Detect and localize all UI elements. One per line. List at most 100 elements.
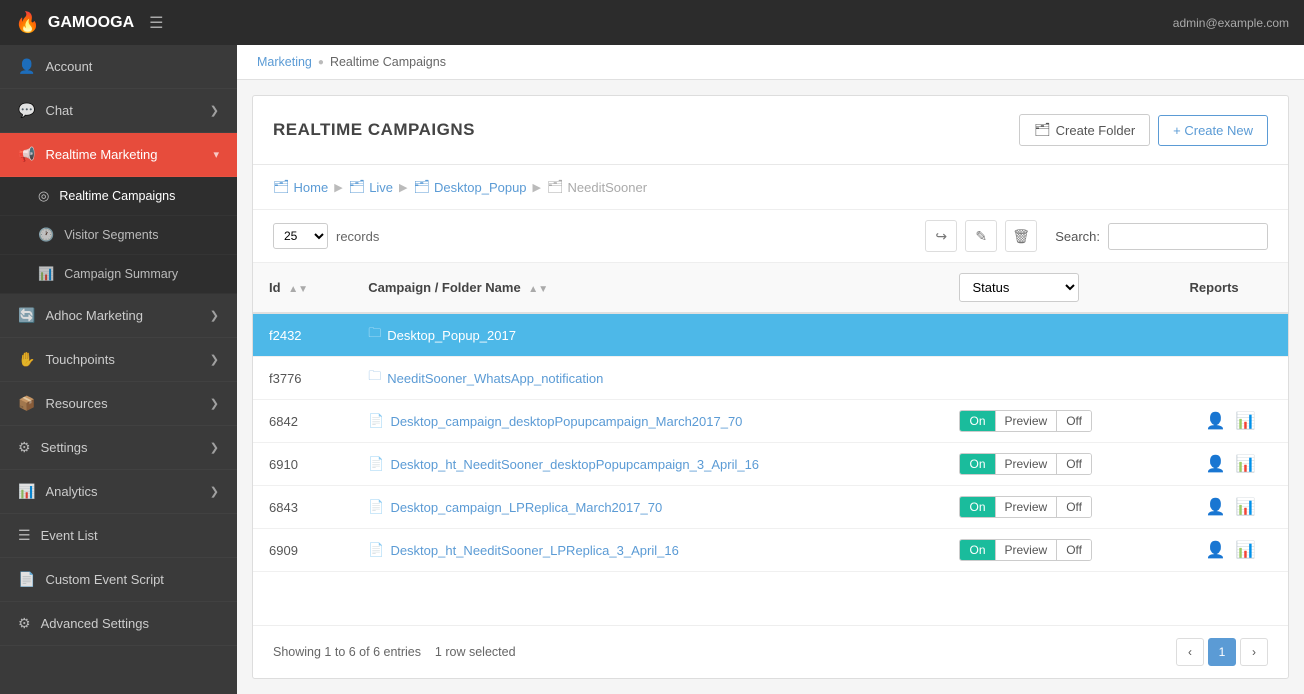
sidebar-item-campaign-summary[interactable]: 📊 Campaign Summary [0, 255, 237, 294]
sidebar-item-settings[interactable]: ⚙ Settings ❯ [0, 426, 237, 470]
create-new-button[interactable]: + Create New [1158, 115, 1268, 146]
cell-id: 6842 [253, 400, 352, 443]
bar-chart-icon: 📊 [38, 266, 54, 282]
status-off-button[interactable]: Off [1057, 497, 1091, 517]
table-row[interactable]: 6909 📄 Desktop_ht_NeeditSooner_LPReplica… [253, 529, 1288, 572]
folder-icon: 🗂 [1034, 122, 1051, 138]
next-page-button[interactable]: › [1240, 638, 1268, 666]
delete-button[interactable]: 🗑 [1005, 220, 1037, 252]
megaphone-icon: 📢 [18, 146, 35, 163]
campaign-name-link[interactable]: 📄 Desktop_campaign_desktopPopupcampaign_… [368, 413, 927, 429]
top-nav: 🔥 GAMOOGA ☰ admin@example.com [0, 0, 1304, 45]
sidebar-item-analytics[interactable]: 📊 Analytics ❯ [0, 470, 237, 514]
campaign-name-link[interactable]: 🗀 NeeditSooner_WhatsApp_notification [368, 367, 927, 389]
sidebar-item-advanced-settings[interactable]: ⚙ Advanced Settings [0, 602, 237, 646]
page-1-button[interactable]: 1 [1208, 638, 1236, 666]
realtime-sub-menu: ◎ Realtime Campaigns 🕐 Visitor Segments … [0, 177, 237, 294]
table-header: Id ▲▼ Campaign / Folder Name ▲▼ Status [253, 263, 1288, 313]
status-on-button[interactable]: On [960, 540, 995, 560]
folder-arrow-3: ▶ [533, 181, 541, 194]
user-report-icon[interactable]: 👤 [1206, 540, 1226, 560]
status-off-button[interactable]: Off [1057, 454, 1091, 474]
sidebar-item-custom-event-script[interactable]: 📄 Custom Event Script [0, 558, 237, 602]
status-on-button[interactable]: On [960, 497, 995, 517]
campaign-name-link[interactable]: 📄 Desktop_ht_NeeditSooner_LPReplica_3_Ap… [368, 542, 927, 558]
status-preview-button[interactable]: Preview [996, 411, 1058, 431]
doc-icon: 📄 [18, 571, 35, 588]
search-input[interactable] [1108, 223, 1268, 250]
sidebar-item-realtime-marketing[interactable]: 📢 Realtime Marketing ▾ [0, 133, 237, 177]
user-email: admin@example.com [1173, 16, 1289, 30]
sidebar-item-adhoc-marketing[interactable]: 🔄 Adhoc Marketing ❯ [0, 294, 237, 338]
sidebar-item-label: Custom Event Script [45, 572, 164, 587]
status-on-button[interactable]: On [960, 411, 995, 431]
status-preview-button[interactable]: Preview [996, 497, 1058, 517]
col-name[interactable]: Campaign / Folder Name ▲▼ [352, 263, 943, 313]
chevron-right-icon: ❯ [210, 485, 219, 498]
folder-nav-needitsooner: 🗂 NeeditSooner [547, 179, 647, 195]
folder-nav-live[interactable]: 🗂 Live [349, 179, 393, 195]
cell-id: f3776 [253, 357, 352, 400]
sidebar-item-label: Chat [45, 103, 72, 118]
edit-icon: ✎ [975, 228, 987, 245]
table-row[interactable]: 6842 📄 Desktop_campaign_desktopPopupcamp… [253, 400, 1288, 443]
user-report-icon[interactable]: 👤 [1206, 454, 1226, 474]
logo: 🔥 GAMOOGA [15, 10, 134, 35]
cell-status: On Preview Off [943, 443, 1173, 486]
prev-page-button[interactable]: ‹ [1176, 638, 1204, 666]
col-id[interactable]: Id ▲▼ [253, 263, 352, 313]
sort-arrows-name: ▲▼ [528, 284, 548, 295]
file-icon: 📄 [368, 413, 384, 429]
records-per-page-select[interactable]: 10 25 50 100 [273, 223, 328, 249]
edit-button[interactable]: ✎ [965, 220, 997, 252]
search-label: Search: [1055, 229, 1100, 244]
folder-nav-label: Desktop_Popup [434, 180, 527, 195]
status-preview-button[interactable]: Preview [996, 454, 1058, 474]
breadcrumb-marketing[interactable]: Marketing [257, 55, 312, 69]
selected-text: 1 row selected [435, 645, 516, 659]
cell-reports: 👤 📊 [1174, 486, 1288, 529]
cell-status: On Preview Off [943, 400, 1173, 443]
folder-nav-desktop-popup[interactable]: 🗂 Desktop_Popup [414, 179, 527, 195]
folder-nav-home[interactable]: 🗂 Home [273, 179, 328, 195]
col-status: Status On Off Preview [943, 263, 1173, 313]
sidebar-item-event-list[interactable]: ☰ Event List [0, 514, 237, 558]
sidebar-item-realtime-campaigns[interactable]: ◎ Realtime Campaigns [0, 177, 237, 216]
sidebar-item-label: Account [45, 59, 92, 74]
bar-report-icon[interactable]: 📊 [1236, 411, 1256, 431]
status-preview-button[interactable]: Preview [996, 540, 1058, 560]
table-footer: Showing 1 to 6 of 6 entries 1 row select… [253, 625, 1288, 678]
table-row[interactable]: f3776 🗀 NeeditSooner_WhatsApp_notificati… [253, 357, 1288, 400]
list-icon: ☰ [18, 527, 31, 544]
sidebar-item-resources[interactable]: 📦 Resources ❯ [0, 382, 237, 426]
campaign-name-link[interactable]: 📄 Desktop_campaign_LPReplica_March2017_7… [368, 499, 927, 515]
sidebar: 👤 Account 💬 Chat ❯ 📢 Realtime Marketing … [0, 45, 237, 694]
user-report-icon[interactable]: 👤 [1206, 497, 1226, 517]
chevron-right-icon: ❯ [210, 441, 219, 454]
move-button[interactable]: ↪ [925, 220, 957, 252]
cell-name: 🗀 Desktop_Popup_2017 [352, 313, 943, 357]
campaign-name-link[interactable]: 📄 Desktop_ht_NeeditSooner_desktopPopupca… [368, 456, 927, 472]
bar-report-icon[interactable]: 📊 [1236, 497, 1256, 517]
folder-nav: 🗂 Home ▶ 🗂 Live ▶ 🗂 Desktop_Popup ▶ 🗂 Ne… [253, 165, 1288, 210]
table-row[interactable]: 6910 📄 Desktop_ht_NeeditSooner_desktopPo… [253, 443, 1288, 486]
cell-reports [1174, 313, 1288, 357]
campaign-name-link[interactable]: 🗀 Desktop_Popup_2017 [368, 324, 927, 346]
status-off-button[interactable]: Off [1057, 540, 1091, 560]
account-icon: 👤 [18, 58, 35, 75]
sidebar-item-chat[interactable]: 💬 Chat ❯ [0, 89, 237, 133]
table-row[interactable]: f2432 🗀 Desktop_Popup_2017 [253, 313, 1288, 357]
user-report-icon[interactable]: 👤 [1206, 411, 1226, 431]
bar-report-icon[interactable]: 📊 [1236, 540, 1256, 560]
sidebar-item-account[interactable]: 👤 Account [0, 45, 237, 89]
status-filter-select[interactable]: Status On Off Preview [959, 273, 1079, 302]
create-folder-button[interactable]: 🗂 Create Folder [1019, 114, 1150, 146]
bar-report-icon[interactable]: 📊 [1236, 454, 1256, 474]
table-row[interactable]: 6843 📄 Desktop_campaign_LPReplica_March2… [253, 486, 1288, 529]
hamburger-menu[interactable]: ☰ [149, 13, 163, 33]
sidebar-item-touchpoints[interactable]: ✋ Touchpoints ❯ [0, 338, 237, 382]
sidebar-item-visitor-segments[interactable]: 🕐 Visitor Segments [0, 216, 237, 255]
status-on-button[interactable]: On [960, 454, 995, 474]
file-icon: 📄 [368, 542, 384, 558]
status-off-button[interactable]: Off [1057, 411, 1091, 431]
